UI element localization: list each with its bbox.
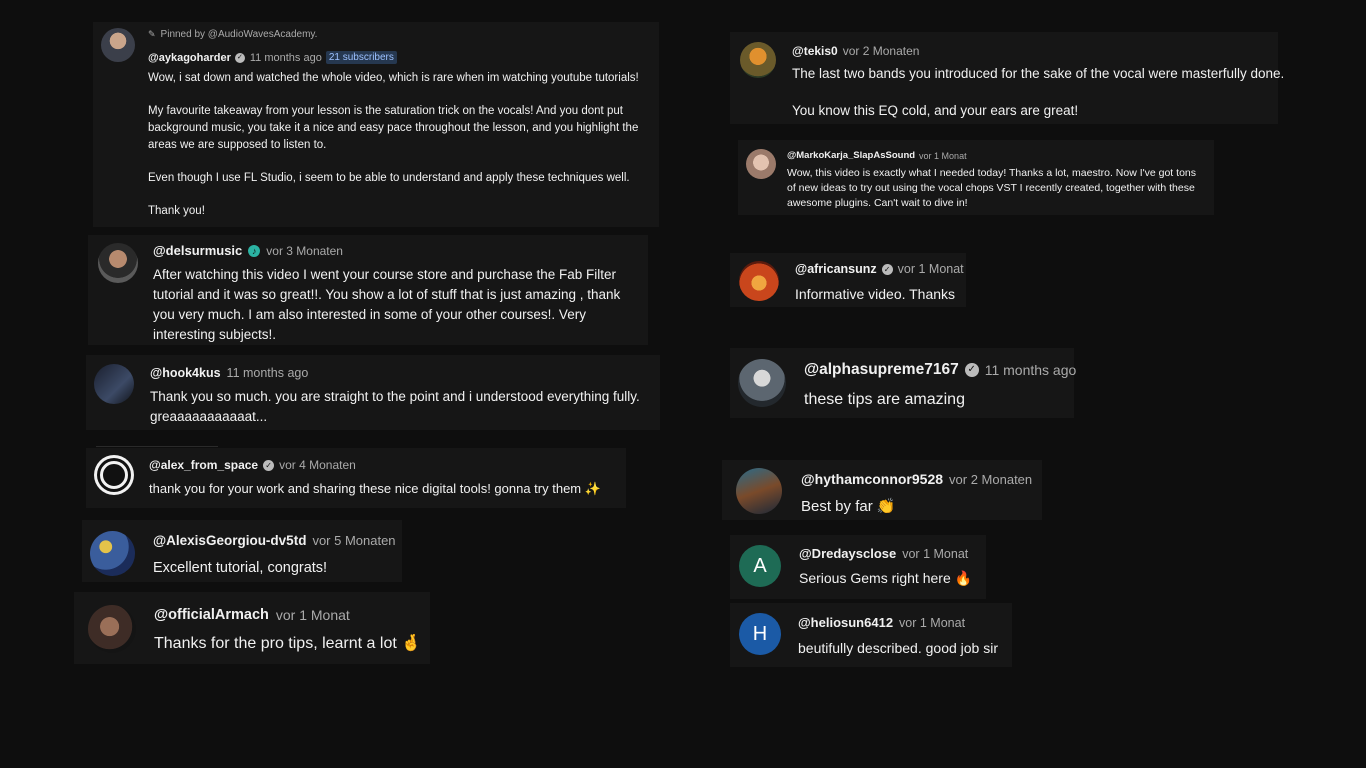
avatar[interactable]: [88, 605, 136, 653]
comment-meta: @AlexisGeorgiou-dv5td vor 5 Monaten: [153, 533, 396, 548]
comment-meta: @hook4kus 11 months ago: [150, 366, 308, 380]
comment-text: Informative video. Thanks: [795, 286, 956, 302]
author-handle[interactable]: @africansunz: [795, 262, 877, 276]
avatar[interactable]: [738, 359, 786, 407]
comment: @alex_from_space ✓ vor 4 Monaten thank y…: [86, 448, 626, 508]
timestamp[interactable]: vor 2 Monaten: [949, 472, 1032, 487]
comment-paragraph: Thank you!: [148, 205, 205, 217]
checkmark-badge-icon: ✓: [234, 52, 245, 63]
comment-text: Thank you so much. you are straight to t…: [150, 389, 640, 424]
comment-meta: @alphasupreme7167 ✓ 11 months ago: [804, 361, 1076, 379]
author-handle[interactable]: @tekis0: [792, 44, 838, 58]
comment: @AlexisGeorgiou-dv5td vor 5 Monaten Exce…: [82, 520, 402, 582]
avatar[interactable]: A: [739, 545, 781, 587]
avatar[interactable]: [94, 455, 134, 495]
comment-text: Wow, i sat down and watched the whole vi…: [148, 70, 653, 220]
comment-text: Serious Gems right here 🔥: [799, 570, 973, 586]
comment-text: After watching this video I went your co…: [153, 267, 621, 342]
avatar[interactable]: [98, 243, 138, 283]
avatar[interactable]: [101, 28, 135, 62]
comment-pinned: ✎ Pinned by @AudioWavesAcademy. @aykagoha…: [93, 22, 659, 227]
author-handle[interactable]: @AlexisGeorgiou-dv5td: [153, 533, 306, 548]
author-handle[interactable]: @hook4kus: [150, 366, 221, 380]
comment-meta: @aykagoharder ✓ 11 months ago 21 subscri…: [148, 51, 397, 64]
avatar-initial: A: [753, 554, 767, 577]
timestamp[interactable]: vor 1 Monat: [898, 262, 964, 276]
timestamp[interactable]: vor 1 Monat: [919, 151, 967, 161]
checkmark-badge-icon: ✓: [263, 459, 275, 471]
timestamp[interactable]: 11 months ago: [227, 366, 309, 380]
comment: @tekis0 vor 2 Monaten The last two bands…: [730, 32, 1285, 124]
comment: @MarkoKarja_SlapAsSound vor 1 Monat Wow,…: [738, 140, 1214, 215]
comment-paragraph: My favourite takeaway from your lesson i…: [148, 105, 639, 151]
author-handle[interactable]: @hythamconnor9528: [801, 471, 943, 487]
comment-meta: @heliosun6412 vor 1 Monat: [798, 615, 965, 630]
timestamp[interactable]: vor 4 Monaten: [279, 458, 356, 472]
timestamp[interactable]: vor 1 Monat: [276, 607, 350, 623]
avatar-initial: H: [752, 622, 768, 645]
avatar[interactable]: [90, 531, 135, 576]
timestamp[interactable]: 11 months ago: [250, 52, 322, 64]
timestamp[interactable]: vor 1 Monat: [899, 616, 965, 630]
comment: @africansunz ✓ vor 1 Monat Informative v…: [730, 253, 966, 307]
comment: @officialArmach vor 1 Monat Thanks for t…: [74, 592, 430, 664]
comment-text: Excellent tutorial, congrats!: [153, 560, 328, 576]
comment-meta: @tekis0 vor 2 Monaten: [792, 44, 919, 58]
comment-text: Wow, this video is exactly what I needed…: [787, 167, 1196, 209]
avatar[interactable]: H: [739, 613, 781, 655]
timestamp[interactable]: vor 3 Monaten: [266, 244, 343, 258]
avatar[interactable]: [740, 42, 776, 78]
author-handle[interactable]: @Dredaysclose: [799, 546, 896, 561]
author-handle[interactable]: @officialArmach: [154, 607, 269, 623]
comment-text: Best by far 👏: [801, 498, 896, 515]
comment-text: beutifully described. good job sir: [798, 640, 999, 656]
comment: H @heliosun6412 vor 1 Monat beutifully d…: [730, 603, 1012, 667]
comment-paragraph: Wow, i sat down and watched the whole vi…: [148, 72, 639, 84]
comment-text: Thanks for the pro tips, learnt a lot 🤞: [154, 635, 422, 652]
comment: @hythamconnor9528 vor 2 Monaten Best by …: [722, 460, 1042, 520]
comment-meta: @africansunz ✓ vor 1 Monat: [795, 262, 964, 276]
avatar[interactable]: [746, 149, 776, 179]
divider: [96, 446, 218, 447]
checkmark-badge-icon: ✓: [964, 363, 979, 377]
timestamp[interactable]: vor 1 Monat: [902, 547, 968, 561]
pin-icon: ✎: [148, 29, 156, 39]
avatar[interactable]: [94, 364, 134, 404]
comment-text: these tips are amazing: [804, 391, 965, 408]
timestamp[interactable]: 11 months ago: [985, 362, 1077, 378]
music-note-badge-icon: ♪: [248, 244, 261, 257]
author-handle[interactable]: @MarkoKarja_SlapAsSound: [787, 150, 915, 161]
avatar[interactable]: [736, 468, 782, 514]
comment: @alphasupreme7167 ✓ 11 months ago these …: [730, 348, 1076, 418]
pinned-label: ✎ Pinned by @AudioWavesAcademy.: [148, 29, 318, 40]
timestamp[interactable]: vor 2 Monaten: [843, 44, 920, 58]
comment-paragraph: Even though I use FL Studio, i seem to b…: [148, 172, 630, 184]
author-handle[interactable]: @alex_from_space: [149, 458, 258, 472]
comment-paragraph: The last two bands you introduced for th…: [792, 66, 1285, 81]
author-handle[interactable]: @delsurmusic: [153, 243, 242, 258]
comment: @hook4kus 11 months ago Thank you so muc…: [86, 355, 660, 430]
comment-text: thank you for your work and sharing thes…: [149, 481, 601, 496]
subscriber-badge: 21 subscribers: [325, 51, 397, 64]
comment-paragraph: You know this EQ cold, and your ears are…: [792, 103, 1079, 118]
author-handle[interactable]: @aykagoharder: [148, 52, 231, 64]
checkmark-badge-icon: ✓: [881, 263, 893, 275]
comment-meta: @alex_from_space ✓ vor 4 Monaten: [149, 458, 356, 472]
author-handle[interactable]: @alphasupreme7167: [804, 361, 959, 379]
comment-meta: @officialArmach vor 1 Monat: [154, 607, 350, 623]
author-handle[interactable]: @heliosun6412: [798, 615, 893, 630]
comment-meta: @delsurmusic ♪ vor 3 Monaten: [153, 243, 343, 258]
comment: @delsurmusic ♪ vor 3 Monaten After watch…: [88, 235, 648, 345]
comment-meta: @hythamconnor9528 vor 2 Monaten: [801, 471, 1032, 487]
timestamp[interactable]: vor 5 Monaten: [312, 533, 395, 548]
comment-meta: @Dredaysclose vor 1 Monat: [799, 546, 968, 561]
comment-text: The last two bands you introduced for th…: [792, 64, 1285, 120]
avatar[interactable]: [739, 261, 779, 301]
eye-logo-icon: [100, 461, 128, 489]
comment: A @Dredaysclose vor 1 Monat Serious Gems…: [730, 535, 986, 599]
comment-meta: @MarkoKarja_SlapAsSound vor 1 Monat: [787, 150, 967, 161]
